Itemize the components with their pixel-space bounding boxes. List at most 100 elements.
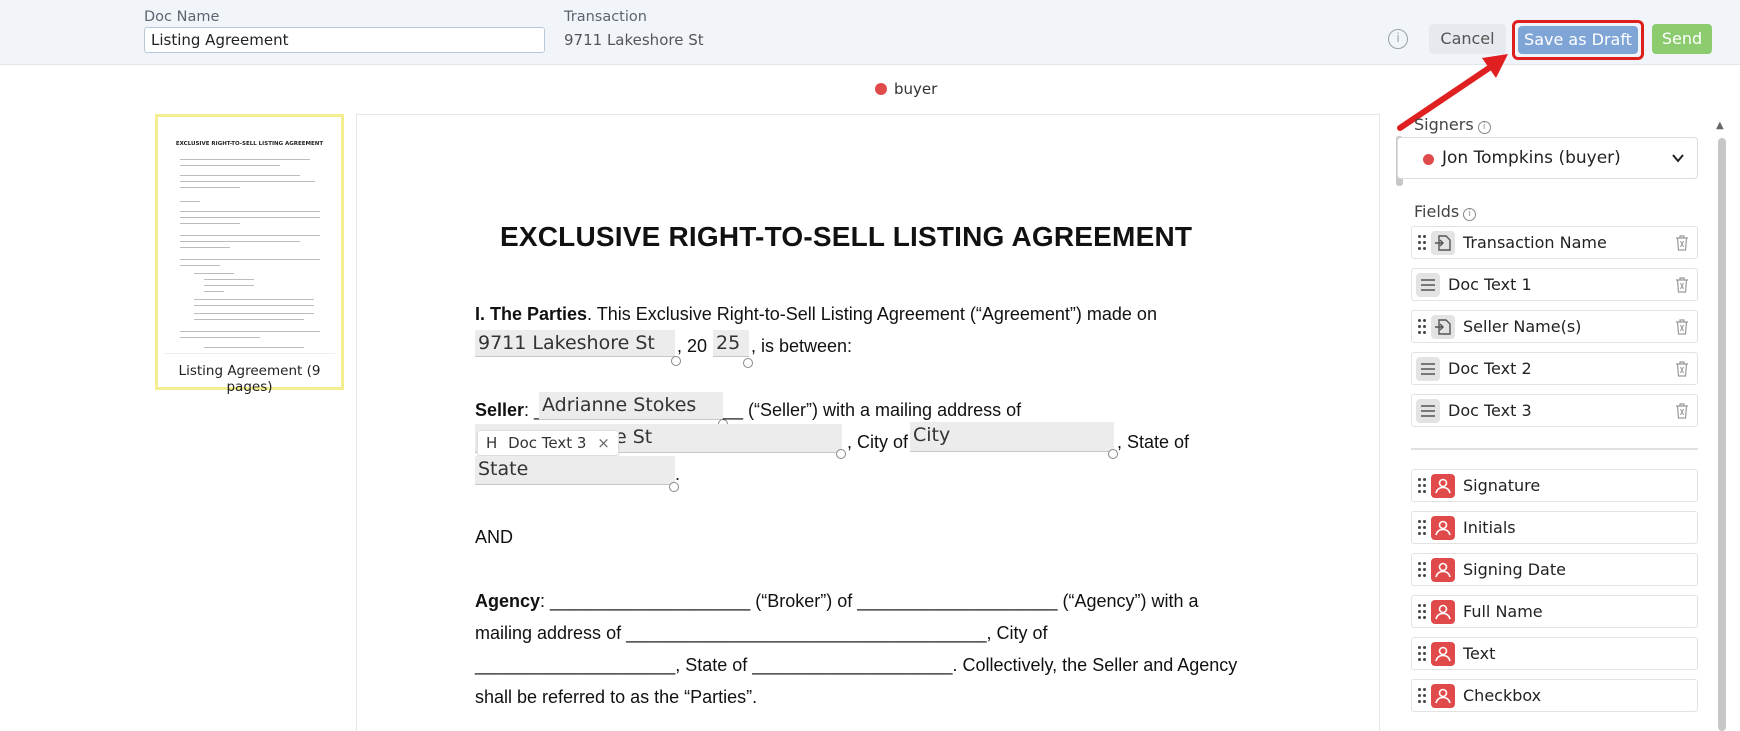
seller-line: Seller: _ <box>475 400 545 420</box>
doc-field-name: Doc Text 2 <box>1448 359 1532 378</box>
thumbnail-page: EXCLUSIVE RIGHT-TO-SELL LISTING AGREEMEN… <box>164 121 335 354</box>
signer-color-dot <box>1423 154 1434 165</box>
doc-name-input[interactable] <box>144 27 545 53</box>
trash-icon[interactable] <box>1675 361 1689 377</box>
drag-handle-icon[interactable] <box>1418 688 1426 703</box>
signer-role-label: buyer <box>894 80 938 98</box>
signer-field-row[interactable]: Initials <box>1411 511 1698 544</box>
state-field[interactable]: State <box>475 456 675 485</box>
city-of-text: , City of <box>847 432 909 452</box>
doc-text-3-tag[interactable]: H Doc Text 3 × <box>477 430 619 456</box>
transaction-name-field[interactable]: 9711 Lakeshore St <box>475 330 675 357</box>
doc-field-row[interactable]: Doc Text 1 <box>1411 268 1698 301</box>
drag-handle-icon[interactable] <box>1418 319 1426 334</box>
transaction-icon <box>1431 231 1455 255</box>
signer-legend: buyer <box>875 80 937 98</box>
drag-handle-icon[interactable] <box>1418 562 1426 577</box>
signer-field-name: Signing Date <box>1463 560 1566 579</box>
trash-icon[interactable] <box>1675 319 1689 335</box>
user-icon <box>1431 516 1455 540</box>
send-button[interactable]: Send <box>1652 24 1712 54</box>
drag-handle-icon[interactable] <box>1418 604 1426 619</box>
text-lines-icon <box>1416 273 1440 297</box>
parties-text: . This Exclusive Right-to-Sell Listing A… <box>587 304 1157 324</box>
between-text: , is between: <box>751 336 853 356</box>
agency-line-1: Agency: ____________________ (“Broker”) … <box>475 591 1199 611</box>
signer-field-row[interactable]: Checkbox <box>1411 679 1698 712</box>
year-field[interactable]: 25 <box>713 330 749 357</box>
signer-field-row[interactable]: Text <box>1411 637 1698 670</box>
agency-line-4: shall be referred to as the “Parties”. <box>475 687 758 707</box>
field-divider <box>1411 448 1698 450</box>
agency-label: Agency <box>475 591 541 611</box>
signer-field-name: Full Name <box>1463 602 1543 621</box>
user-icon <box>1431 642 1455 666</box>
trash-icon[interactable] <box>1675 403 1689 419</box>
heading-icon: H <box>486 434 498 452</box>
doc-field-name: Seller Name(s) <box>1463 317 1582 336</box>
state-of-text: , State of <box>1117 432 1190 452</box>
doc-field-name: Doc Text 3 <box>1448 401 1532 420</box>
transaction-icon <box>1431 315 1455 339</box>
signer-color-dot <box>875 83 887 95</box>
doc-field-row[interactable]: Transaction Name <box>1411 226 1698 259</box>
resize-handle[interactable] <box>671 356 681 366</box>
user-icon <box>1431 600 1455 624</box>
drag-handle-icon[interactable] <box>1418 235 1426 250</box>
seller-label: Seller <box>475 400 525 420</box>
signer-field-name: Text <box>1463 644 1496 663</box>
agency-line-3: ____________________, State of _________… <box>475 655 1238 675</box>
doc-field-name: Doc Text 1 <box>1448 275 1532 294</box>
thumbnail-title: EXCLUSIVE RIGHT-TO-SELL LISTING AGREEMEN… <box>175 141 324 147</box>
city-field[interactable]: City <box>910 422 1114 452</box>
doc-field-row[interactable]: Doc Text 2 <box>1411 352 1698 385</box>
seller-name-field[interactable]: Adrianne Stokes <box>539 392 723 420</box>
date-separator: , 20 <box>677 336 708 356</box>
resize-handle[interactable] <box>836 449 846 459</box>
thumbnail-caption: Listing Agreement (9 pages) <box>178 363 321 395</box>
panel-scrollbar[interactable] <box>1718 138 1726 731</box>
doc-field-row[interactable]: Seller Name(s) <box>1411 310 1698 343</box>
parties-line: I. The Parties. This Exclusive Right-to-… <box>475 304 1157 325</box>
signer-field-name: Signature <box>1463 476 1541 495</box>
chevron-down-icon <box>1672 154 1684 163</box>
scroll-up-icon[interactable]: ▲ <box>1716 120 1724 131</box>
agency-line-2: mailing address of _____________________… <box>475 623 1048 643</box>
save-draft-highlight: Save as Draft <box>1512 20 1644 60</box>
user-icon <box>1431 684 1455 708</box>
drag-handle-icon[interactable] <box>1418 646 1426 661</box>
parties-heading: I. The Parties <box>475 304 588 324</box>
transaction-label: Transaction <box>564 9 647 25</box>
line-end-dot: . <box>675 464 681 484</box>
text-lines-icon <box>1416 357 1440 381</box>
user-icon <box>1431 558 1455 582</box>
trash-icon[interactable] <box>1675 235 1689 251</box>
page-thumbnail[interactable]: EXCLUSIVE RIGHT-TO-SELL LISTING AGREEMEN… <box>155 114 344 395</box>
signer-select-value: Jon Tompkins (buyer) <box>1442 148 1621 168</box>
seller-suffix: __ (“Seller”) with a mailing address of <box>723 400 1022 420</box>
resize-handle[interactable] <box>743 358 753 368</box>
user-icon <box>1431 474 1455 498</box>
drag-handle-icon[interactable] <box>1418 478 1426 493</box>
doc-field-row[interactable]: Doc Text 3 <box>1411 394 1698 427</box>
fields-heading: Fields i <box>1414 202 1477 221</box>
text-lines-icon <box>1416 399 1440 423</box>
transaction-value: 9711 Lakeshore St <box>564 31 704 49</box>
trash-icon[interactable] <box>1675 277 1689 293</box>
signer-field-row[interactable]: Full Name <box>1411 595 1698 628</box>
fields-info-icon[interactable]: i <box>1463 208 1477 221</box>
signers-info-icon[interactable]: i <box>1477 121 1491 134</box>
signer-field-name: Initials <box>1463 518 1516 537</box>
save-as-draft-button[interactable]: Save as Draft <box>1518 26 1638 54</box>
document-title: EXCLUSIVE RIGHT-TO-SELL LISTING AGREEMEN… <box>500 221 1193 252</box>
signer-field-row[interactable]: Signature <box>1411 469 1698 502</box>
signers-heading: Signers i <box>1414 115 1491 134</box>
doc-field-name: Transaction Name <box>1463 233 1607 252</box>
signer-field-row[interactable]: Signing Date <box>1411 553 1698 586</box>
drag-handle-icon[interactable] <box>1418 520 1426 535</box>
and-text: AND <box>475 527 514 547</box>
close-icon[interactable]: × <box>597 434 610 452</box>
tag-label: Doc Text 3 <box>508 434 587 452</box>
signer-select[interactable]: Jon Tompkins (buyer) <box>1397 137 1698 179</box>
doc-name-label: Doc Name <box>144 9 220 25</box>
